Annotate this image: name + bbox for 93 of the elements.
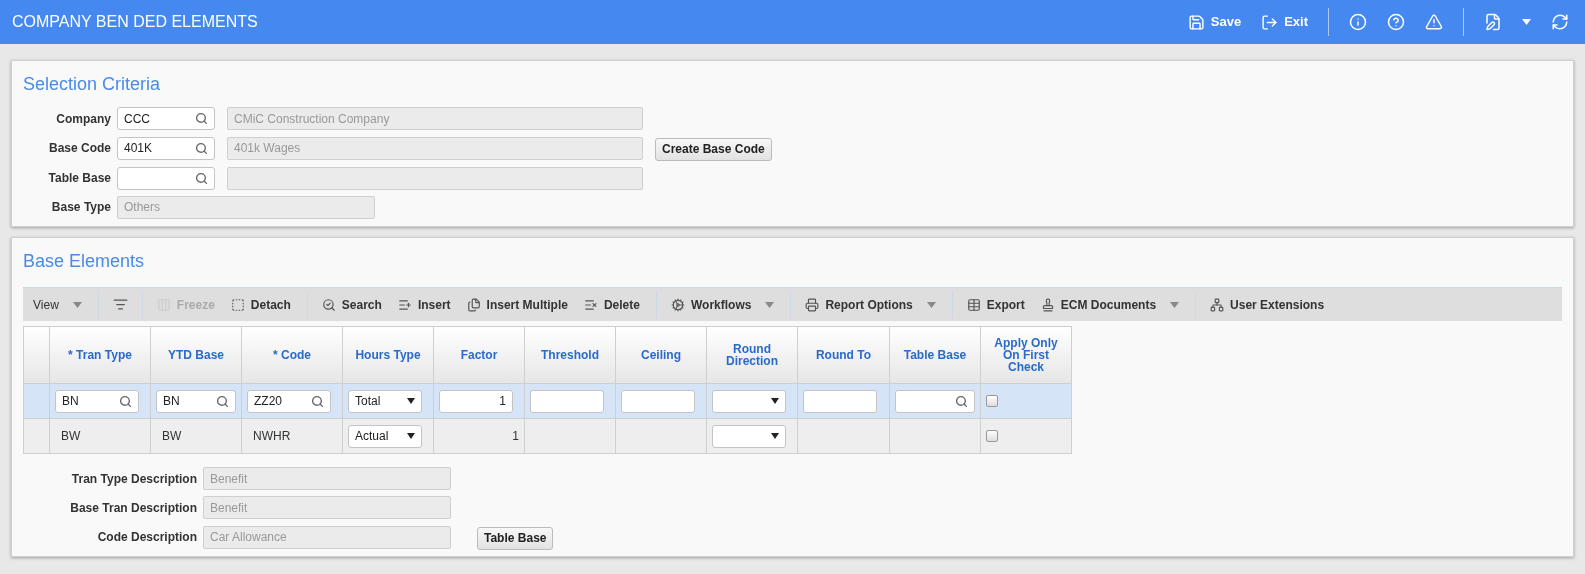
filter-icon[interactable] — [112, 297, 128, 312]
toolbar-button[interactable]: Search — [321, 295, 382, 314]
table-lookup-field[interactable]: ZZ20 — [247, 389, 331, 413]
toolbar-button[interactable]: Insert — [397, 295, 451, 314]
readonly-field: Car Allowance — [203, 525, 451, 549]
field-label: Tran Type Description — [70, 470, 197, 488]
help-icon[interactable] — [1387, 13, 1405, 31]
table-input-field[interactable] — [530, 389, 604, 413]
field-label: Code Description — [96, 529, 197, 547]
list-plus-icon — [397, 297, 412, 312]
checkbox[interactable] — [986, 430, 998, 442]
printer-icon — [805, 297, 820, 312]
toolbar-button[interactable]: Export — [966, 295, 1025, 314]
stamp-icon — [1040, 297, 1055, 312]
section-title: Base Elements — [23, 250, 146, 273]
list-remove-icon — [583, 297, 598, 312]
description-field: 401k Wages — [227, 136, 643, 160]
dropdown-field[interactable] — [712, 389, 786, 413]
search-icon — [195, 171, 208, 185]
table-row[interactable]: BN BN ZZ20 Total 1 — [24, 384, 1072, 419]
table-cell-text: 1 — [511, 428, 519, 445]
action-button[interactable]: Table Base — [477, 526, 554, 550]
lookup-field[interactable]: 401K — [117, 136, 215, 160]
toolbar-button[interactable]: Workflows — [670, 295, 775, 314]
toolbar-button[interactable]: Insert Multiple — [466, 295, 568, 314]
dropdown-field[interactable]: Total — [348, 389, 422, 413]
description-field: CMiC Construction Company — [227, 107, 643, 130]
column-header[interactable]: Round To — [815, 349, 872, 361]
column-header[interactable]: * Code — [273, 349, 311, 361]
refresh-icon[interactable] — [1551, 13, 1569, 31]
search-icon — [216, 394, 229, 408]
column-header[interactable]: * Tran Type — [68, 349, 132, 361]
action-button[interactable]: Create Base Code — [655, 137, 772, 161]
caret-icon — [926, 301, 936, 308]
column-header[interactable]: Ceiling — [641, 349, 681, 361]
caret-icon — [407, 398, 415, 404]
dropdown-field[interactable] — [712, 424, 786, 448]
toolbar-button[interactable]: Delete — [583, 295, 640, 314]
table-cell-text: BW — [61, 428, 81, 445]
table-input-field[interactable] — [803, 389, 877, 413]
table-icon — [966, 297, 981, 312]
table-lookup-field[interactable]: BN — [156, 389, 236, 413]
caret-icon — [1170, 301, 1180, 308]
readonly-field: Benefit — [203, 467, 451, 490]
search-icon — [119, 394, 132, 408]
toolbar-button[interactable]: User Extensions — [1210, 295, 1325, 314]
caret-icon[interactable] — [1522, 19, 1531, 25]
caret-icon — [771, 398, 779, 404]
table-lookup-field[interactable] — [895, 389, 975, 413]
dashed-square-icon — [230, 297, 245, 312]
dropdown-field[interactable]: Actual — [348, 424, 422, 448]
readonly-field: Others — [117, 195, 375, 219]
toolbar-button[interactable]: Report Options — [805, 295, 936, 314]
toolbar-button[interactable]: ECM Documents — [1040, 295, 1180, 314]
lookup-field[interactable] — [117, 166, 215, 190]
field-label: Base Code — [47, 140, 111, 158]
search-icon — [321, 297, 336, 312]
readonly-field: Benefit — [203, 496, 451, 519]
column-header[interactable]: Threshold — [541, 349, 599, 361]
column-header[interactable]: Factor — [460, 349, 498, 361]
column-header[interactable]: Hours Type — [355, 349, 421, 361]
toolbar-button[interactable]: Detach — [230, 295, 291, 314]
field-label: Base Type — [50, 199, 111, 216]
field-label: Table Base — [47, 170, 111, 187]
files-icon — [466, 297, 481, 312]
caret-icon — [407, 433, 415, 439]
table-input-field[interactable] — [621, 389, 695, 413]
info-icon[interactable] — [1349, 13, 1367, 31]
warning-icon[interactable] — [1425, 13, 1443, 31]
exit-icon — [1261, 13, 1279, 31]
column-header[interactable]: YTD Base — [168, 349, 224, 361]
field-label: Base Tran Description — [69, 499, 197, 517]
hierarchy-icon — [1210, 297, 1225, 312]
search-icon — [955, 394, 968, 408]
search-icon — [195, 141, 208, 155]
edit-icon[interactable] — [1484, 13, 1502, 31]
table-row[interactable]: BW BW NWHR Actual 1 — [24, 419, 1072, 454]
caret-icon — [765, 301, 775, 308]
caret-icon — [771, 433, 779, 439]
lookup-field[interactable]: CCC — [117, 107, 215, 130]
search-icon — [311, 394, 324, 408]
page-title: COMPANY BEN DED ELEMENTS — [12, 12, 259, 32]
table-cell-text: NWHR — [253, 428, 291, 445]
table-cell-text: BW — [162, 428, 182, 445]
column-header[interactable]: Table Base — [903, 349, 967, 361]
table-input-field[interactable]: 1 — [439, 389, 513, 413]
search-icon — [195, 112, 208, 125]
checkbox[interactable] — [986, 395, 998, 407]
toolbar-button[interactable]: View — [33, 295, 82, 314]
table-lookup-field[interactable]: BN — [55, 389, 139, 413]
field-label: Company — [55, 110, 111, 128]
caret-icon — [72, 301, 82, 308]
section-title: Selection Criteria — [23, 73, 162, 96]
